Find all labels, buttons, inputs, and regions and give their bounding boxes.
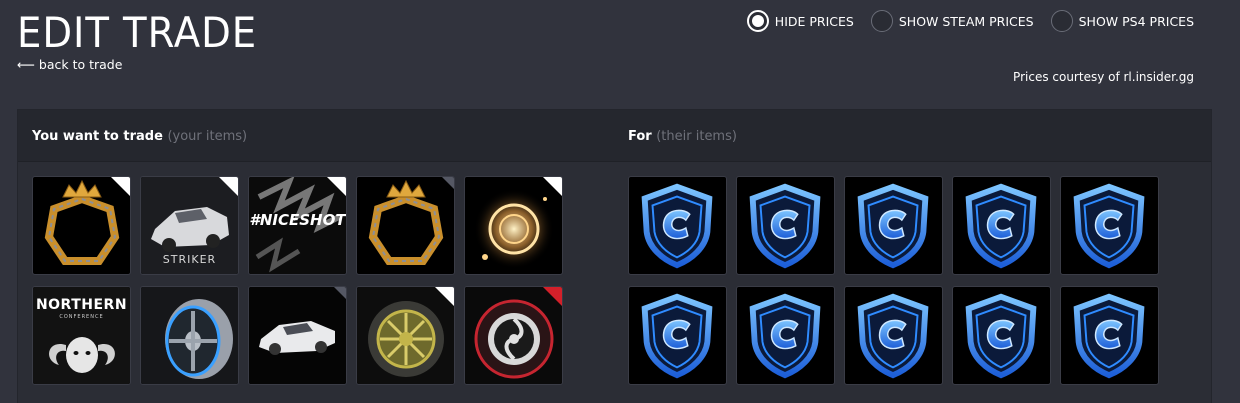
item-tile[interactable]	[952, 286, 1051, 385]
prices-courtesy: Prices courtesy of rl.insider.gg	[1013, 70, 1194, 84]
item-tile[interactable]	[736, 176, 835, 275]
ps4-prices-label: SHOW PS4 PRICES	[1078, 13, 1194, 29]
item-tile[interactable]: STRIKER	[140, 176, 239, 275]
item-tile[interactable]: #NICESHOT	[248, 176, 347, 275]
item-caption: #NICESHOT	[249, 211, 346, 229]
price-options: HIDE PRICES SHOW STEAM PRICES SHOW PS4 P…	[746, 10, 1194, 32]
steam-prices-label: SHOW STEAM PRICES	[898, 13, 1034, 29]
panel-header: You want to trade (your items) For (thei…	[18, 110, 1211, 162]
radio-selected-icon	[746, 10, 769, 32]
item-tile[interactable]	[356, 286, 455, 385]
item-tile[interactable]	[32, 176, 131, 275]
credits-icon	[1061, 177, 1158, 274]
radio-unselected-icon	[870, 10, 893, 32]
credits-icon	[737, 287, 834, 384]
credits-icon	[629, 177, 726, 274]
item-tile[interactable]	[952, 176, 1051, 275]
wheel-icon	[141, 287, 238, 384]
item-tile[interactable]	[1060, 286, 1159, 385]
item-caption: NORTHERN	[35, 297, 128, 313]
your-items-grid: STRIKER #NICESHOT NORTHERN CONFERENCE	[32, 176, 563, 385]
credits-icon	[629, 287, 726, 384]
item-tile[interactable]	[628, 176, 727, 275]
item-caption: STRIKER	[162, 253, 217, 266]
credits-icon	[737, 177, 834, 274]
gold-crown-frame-icon	[368, 179, 444, 265]
their-items-heading: For (their items)	[628, 129, 737, 144]
trade-panel: You want to trade (your items) For (thei…	[17, 109, 1212, 403]
item-subcaption: CONFERENCE	[59, 314, 104, 320]
page-title: EDIT TRADE	[17, 8, 258, 57]
credits-icon	[845, 287, 942, 384]
item-tile[interactable]	[844, 176, 943, 275]
car-white-icon	[249, 287, 346, 384]
item-tile[interactable]	[140, 286, 239, 385]
their-items-grid	[628, 176, 1159, 385]
back-to-trade-link[interactable]: ⟵ back to trade	[17, 57, 122, 72]
hide-prices-label: HIDE PRICES	[774, 13, 854, 29]
item-tile[interactable]	[248, 286, 347, 385]
credits-icon	[845, 177, 942, 274]
hide-prices-radio[interactable]: HIDE PRICES	[746, 10, 854, 32]
radio-unselected-icon	[1050, 10, 1073, 32]
item-tile[interactable]	[736, 286, 835, 385]
item-tile[interactable]	[844, 286, 943, 385]
item-tile[interactable]	[628, 286, 727, 385]
steam-prices-radio[interactable]: SHOW STEAM PRICES	[870, 10, 1034, 32]
item-tile[interactable]	[1060, 176, 1159, 275]
item-tile[interactable]	[356, 176, 455, 275]
your-items-heading: You want to trade (your items)	[32, 129, 248, 144]
ps4-prices-radio[interactable]: SHOW PS4 PRICES	[1050, 10, 1194, 32]
item-tile[interactable]	[464, 286, 563, 385]
credits-icon	[953, 287, 1050, 384]
credits-icon	[953, 177, 1050, 274]
item-tile[interactable]: NORTHERN CONFERENCE	[32, 286, 131, 385]
item-tile[interactable]	[464, 176, 563, 275]
credits-icon	[1061, 287, 1158, 384]
